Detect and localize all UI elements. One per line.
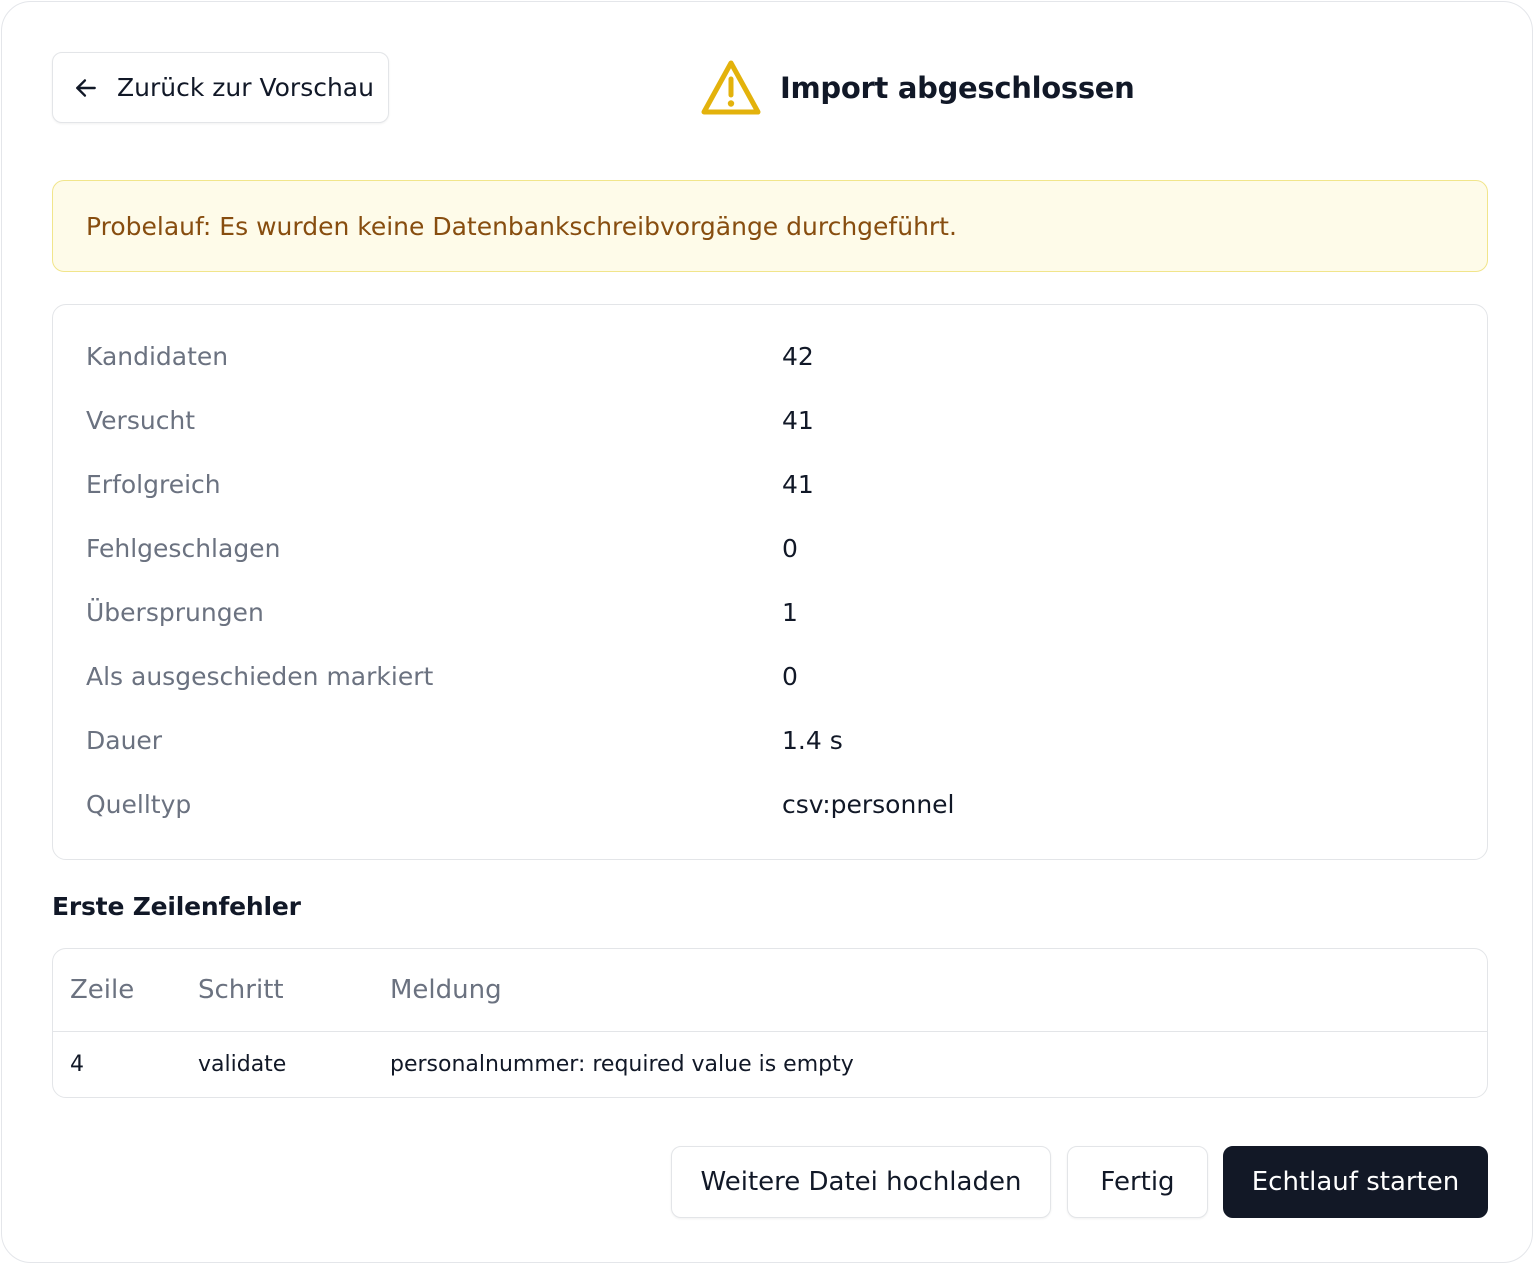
import-result-card: Zurück zur Vorschau Import abgeschlossen… [1,1,1533,1263]
cell-row-number: 4 [70,1052,84,1077]
stat-label: Dauer [86,726,163,755]
stat-row-skipped: Übersprungen 1 [53,581,1487,645]
stat-value: 41 [782,470,814,499]
start-live-run-button[interactable]: Echtlauf starten [1223,1146,1488,1218]
row-errors-title: Erste Zeilenfehler [52,892,301,921]
stat-value: 42 [782,342,814,371]
stat-row-succeeded: Erfolgreich 41 [53,453,1487,517]
summary-stats: Kandidaten 42 Versucht 41 Erfolgreich 41… [52,304,1488,860]
arrow-left-icon [76,78,96,97]
cell-step: validate [198,1052,287,1077]
page-header: Import abgeschlossen [700,58,1135,118]
stat-row-duration: Dauer 1.4 s [53,709,1487,773]
stat-value: 0 [782,662,798,691]
stat-label: Übersprungen [86,598,264,627]
stat-value: 0 [782,534,798,563]
stat-label: Als ausgeschieden markiert [86,662,434,691]
upload-another-file-button[interactable]: Weitere Datei hochladen [671,1146,1051,1218]
stat-value: 1.4 s [782,726,843,755]
cell-message: personalnummer: required value is empty [390,1052,854,1077]
back-to-preview-button[interactable]: Zurück zur Vorschau [52,52,389,123]
done-button[interactable]: Fertig [1067,1146,1208,1218]
column-header-step: Schritt [198,975,284,1005]
stat-value: csv:personnel [782,790,955,819]
stat-row-failed: Fehlgeschlagen 0 [53,517,1487,581]
dry-run-notice-text: Probelauf: Es wurden keine Datenbankschr… [86,211,957,241]
stat-value: 1 [782,598,798,627]
stat-row-marked-departed: Als ausgeschieden markiert 0 [53,645,1487,709]
column-header-row: Zeile [70,975,135,1005]
table-header: Zeile Schritt Meldung [53,949,1487,1032]
stat-label: Kandidaten [86,342,229,371]
stat-label: Fehlgeschlagen [86,534,281,563]
warning-triangle-icon [701,60,761,115]
column-header-message: Meldung [390,975,502,1005]
stat-row-attempted: Versucht 41 [53,389,1487,453]
stat-row-candidates: Kandidaten 42 [53,325,1487,389]
stat-row-source-type: Quelltyp csv:personnel [53,773,1487,837]
stat-value: 41 [782,406,814,435]
row-errors-table: Zeile Schritt Meldung 4 validate persona… [52,948,1488,1098]
dry-run-notice: Probelauf: Es wurden keine Datenbankschr… [52,180,1488,272]
back-button-label: Zurück zur Vorschau [117,73,374,102]
table-row: 4 validate personalnummer: required valu… [53,1032,1487,1097]
page-title: Import abgeschlossen [780,71,1135,105]
stat-label: Quelltyp [86,790,192,819]
stat-label: Erfolgreich [86,470,221,499]
stat-label: Versucht [86,406,196,435]
